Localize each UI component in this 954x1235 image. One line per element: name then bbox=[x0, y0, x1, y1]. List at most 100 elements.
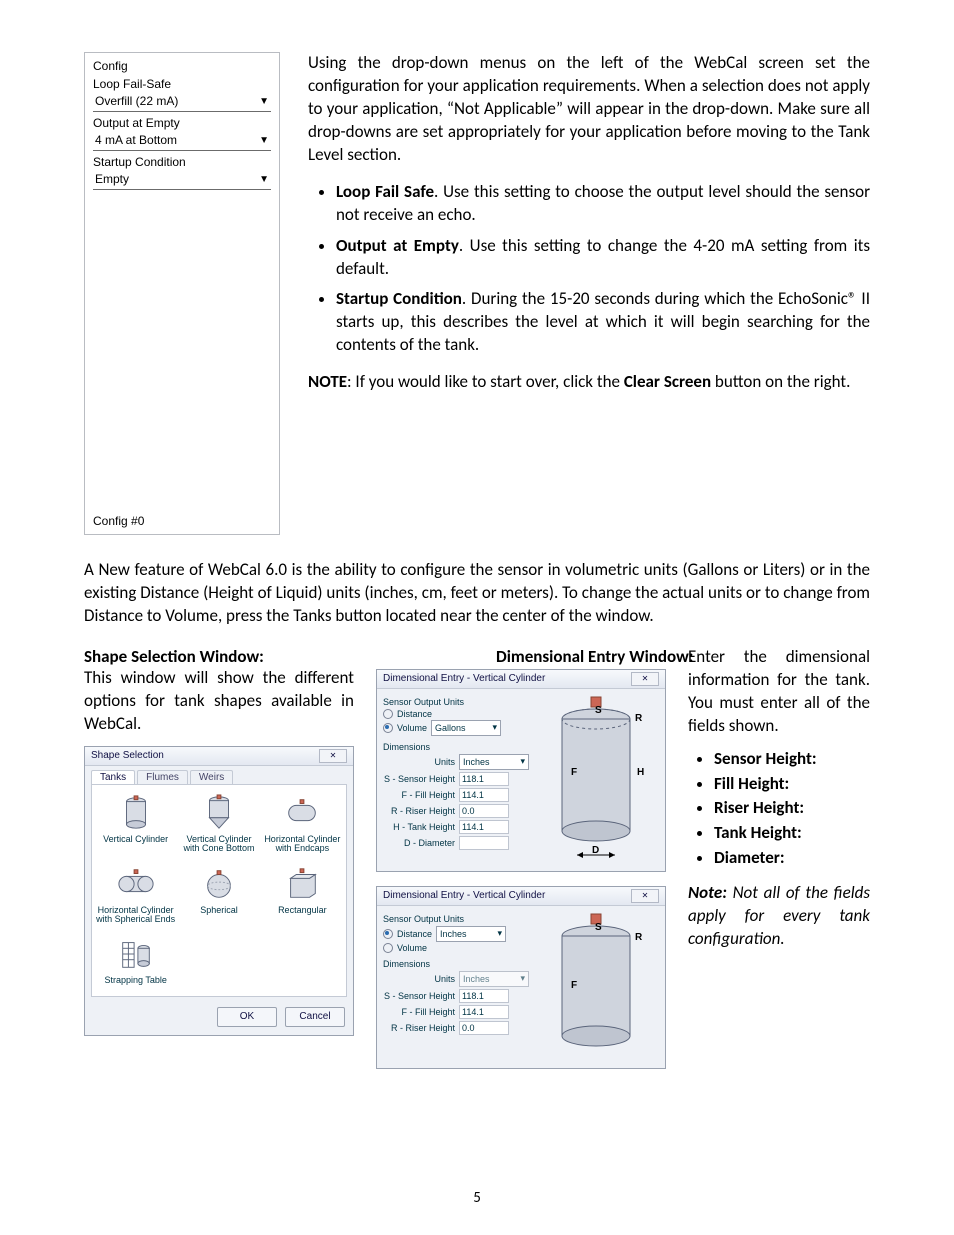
dim-window-title: Dimensional Entry - Vertical Cylinder bbox=[383, 890, 545, 901]
radio-volume[interactable]: Volume bbox=[383, 943, 529, 953]
units-label: Units bbox=[383, 974, 455, 984]
radio-icon bbox=[383, 723, 393, 733]
close-icon[interactable]: ✕ bbox=[319, 749, 347, 763]
config-panel: Config Loop Fail-Safe Overfill (22 mA) ▼… bbox=[84, 52, 280, 535]
tank-diagram: S R F H D bbox=[535, 695, 659, 865]
config-panel-title: Config bbox=[93, 59, 271, 73]
config-select-1[interactable]: 4 mA at Bottom ▼ bbox=[93, 130, 271, 151]
config-select-1-value: 4 mA at Bottom bbox=[95, 133, 177, 147]
dimensional-entry-list: Sensor Height: Fill Height: Riser Height… bbox=[688, 748, 870, 871]
config-select-2[interactable]: Empty ▼ bbox=[93, 169, 271, 190]
note-paragraph: NOTE: If you would like to start over, c… bbox=[308, 371, 870, 394]
close-icon[interactable]: ✕ bbox=[631, 889, 659, 903]
shape-selection-window: Shape Selection ✕ Tanks Flumes Weirs Ver… bbox=[84, 746, 354, 1036]
tank-icon bbox=[280, 864, 324, 904]
shape-vertical-cylinder[interactable]: Vertical Cylinder bbox=[103, 793, 168, 854]
distance-units-select[interactable]: Inches ▾ bbox=[436, 926, 506, 942]
li-fill-height: Fill Height: bbox=[714, 773, 870, 796]
config-label-1: Output at Empty bbox=[93, 116, 271, 130]
bullet-startup-condition: Startup Condition. During the 15-20 seco… bbox=[336, 288, 870, 357]
webcal6-paragraph: A New feature of WebCal 6.0 is the abili… bbox=[84, 559, 870, 628]
chevron-down-icon: ▼ bbox=[259, 174, 269, 185]
svg-text:R: R bbox=[635, 932, 643, 943]
dim-window-title: Dimensional Entry - Vertical Cylinder bbox=[383, 673, 545, 684]
dimension-units-select: Inches ▾ bbox=[459, 971, 529, 987]
bullet-output-at-empty: Output at Empty. Use this setting to cha… bbox=[336, 235, 870, 281]
config-label-0: Loop Fail-Safe bbox=[93, 77, 271, 91]
intro-paragraph: Using the drop-down menus on the left of… bbox=[308, 52, 870, 167]
shape-selection-heading: Shape Selection Window: bbox=[84, 646, 354, 667]
svg-text:F: F bbox=[571, 767, 577, 778]
riser-height-field[interactable]: 0.0 bbox=[459, 804, 509, 818]
cancel-button[interactable]: Cancel bbox=[285, 1007, 345, 1027]
ok-button[interactable]: OK bbox=[217, 1007, 277, 1027]
chevron-down-icon: ▼ bbox=[259, 96, 269, 107]
tab-tanks[interactable]: Tanks bbox=[91, 770, 135, 784]
group-output-units: Sensor Output Units bbox=[383, 914, 529, 924]
riser-height-field[interactable]: 0.0 bbox=[459, 1021, 509, 1035]
sensor-height-field[interactable]: 118.1 bbox=[459, 772, 509, 786]
li-riser-height: Riser Height: bbox=[714, 797, 870, 820]
chevron-down-icon: ▾ bbox=[497, 928, 502, 939]
chevron-down-icon: ▼ bbox=[259, 135, 269, 146]
chevron-down-icon: ▾ bbox=[520, 973, 525, 984]
dimensional-entry-window-distance: Dimensional Entry - Vertical Cylinder ✕ … bbox=[376, 886, 666, 1069]
li-sensor-height: Sensor Height: bbox=[714, 748, 870, 771]
shape-rectangular[interactable]: Rectangular bbox=[278, 864, 327, 925]
shape-horizontal-cylinder-spherical[interactable]: Horizontal Cylinder with Spherical Ends bbox=[96, 864, 175, 925]
shape-window-title: Shape Selection bbox=[91, 750, 164, 761]
intro-bullet-list: Loop Fail Safe. Use this setting to choo… bbox=[308, 181, 870, 358]
config-panel-footer: Config #0 bbox=[93, 514, 271, 528]
dimensional-entry-desc: Enter the dimensional information for th… bbox=[688, 646, 870, 738]
fill-height-field[interactable]: 114.1 bbox=[459, 788, 509, 802]
config-select-2-value: Empty bbox=[95, 172, 129, 186]
tank-icon bbox=[280, 793, 324, 833]
bullet-loop-fail-safe: Loop Fail Safe. Use this setting to choo… bbox=[336, 181, 870, 227]
shape-strapping-table[interactable]: Strapping Table bbox=[104, 934, 166, 985]
radio-icon bbox=[383, 929, 393, 939]
config-select-0-value: Overfill (22 mA) bbox=[95, 94, 178, 108]
shape-vertical-cylinder-cone[interactable]: Vertical Cylinder with Cone Bottom bbox=[179, 793, 258, 854]
svg-text:R: R bbox=[635, 713, 643, 724]
chevron-down-icon: ▾ bbox=[493, 722, 498, 733]
dimensional-entry-note: Note: Not all of the fields apply for ev… bbox=[688, 882, 870, 951]
tab-weirs[interactable]: Weirs bbox=[190, 770, 233, 784]
tank-icon bbox=[114, 864, 158, 904]
tab-flumes[interactable]: Flumes bbox=[137, 770, 188, 784]
radio-distance[interactable]: Distance Inches ▾ bbox=[383, 926, 529, 942]
group-output-units: Sensor Output Units bbox=[383, 697, 529, 707]
radio-distance[interactable]: Distance bbox=[383, 709, 529, 719]
svg-text:S: S bbox=[595, 705, 602, 716]
dimensional-entry-window-volume: Dimensional Entry - Vertical Cylinder ✕ … bbox=[376, 669, 666, 872]
tank-icon bbox=[114, 934, 158, 974]
dimensional-entry-heading: Dimensional Entry Window: bbox=[496, 646, 666, 667]
shape-tabs: Tanks Flumes Weirs bbox=[85, 766, 353, 784]
dimension-units-select[interactable]: Inches ▾ bbox=[459, 754, 529, 770]
diameter-field[interactable] bbox=[459, 836, 509, 850]
svg-text:D: D bbox=[592, 845, 599, 856]
close-icon[interactable]: ✕ bbox=[631, 672, 659, 686]
radio-icon bbox=[383, 709, 393, 719]
fill-height-field[interactable]: 114.1 bbox=[459, 1005, 509, 1019]
shape-horizontal-cylinder-endcaps[interactable]: Horizontal Cylinder with Endcaps bbox=[263, 793, 342, 854]
tank-height-field[interactable]: 114.1 bbox=[459, 820, 509, 834]
sensor-height-field[interactable]: 118.1 bbox=[459, 989, 509, 1003]
li-diameter: Diameter: bbox=[714, 847, 870, 870]
page-number: 5 bbox=[0, 1189, 954, 1207]
chevron-down-icon: ▾ bbox=[520, 756, 525, 767]
units-label: Units bbox=[383, 757, 455, 767]
radio-volume[interactable]: Volume Gallons ▾ bbox=[383, 720, 529, 736]
radio-icon bbox=[383, 943, 393, 953]
tank-diagram: S R F bbox=[535, 912, 659, 1062]
group-dimensions: Dimensions bbox=[383, 742, 529, 752]
svg-text:F: F bbox=[571, 980, 577, 991]
config-select-0[interactable]: Overfill (22 mA) ▼ bbox=[93, 91, 271, 112]
tank-icon bbox=[197, 864, 241, 904]
group-dimensions: Dimensions bbox=[383, 959, 529, 969]
svg-text:H: H bbox=[637, 767, 644, 778]
shape-spherical[interactable]: Spherical bbox=[197, 864, 241, 925]
volume-units-select[interactable]: Gallons ▾ bbox=[431, 720, 501, 736]
config-label-2: Startup Condition bbox=[93, 155, 271, 169]
tank-icon bbox=[114, 793, 158, 833]
li-tank-height: Tank Height: bbox=[714, 822, 870, 845]
